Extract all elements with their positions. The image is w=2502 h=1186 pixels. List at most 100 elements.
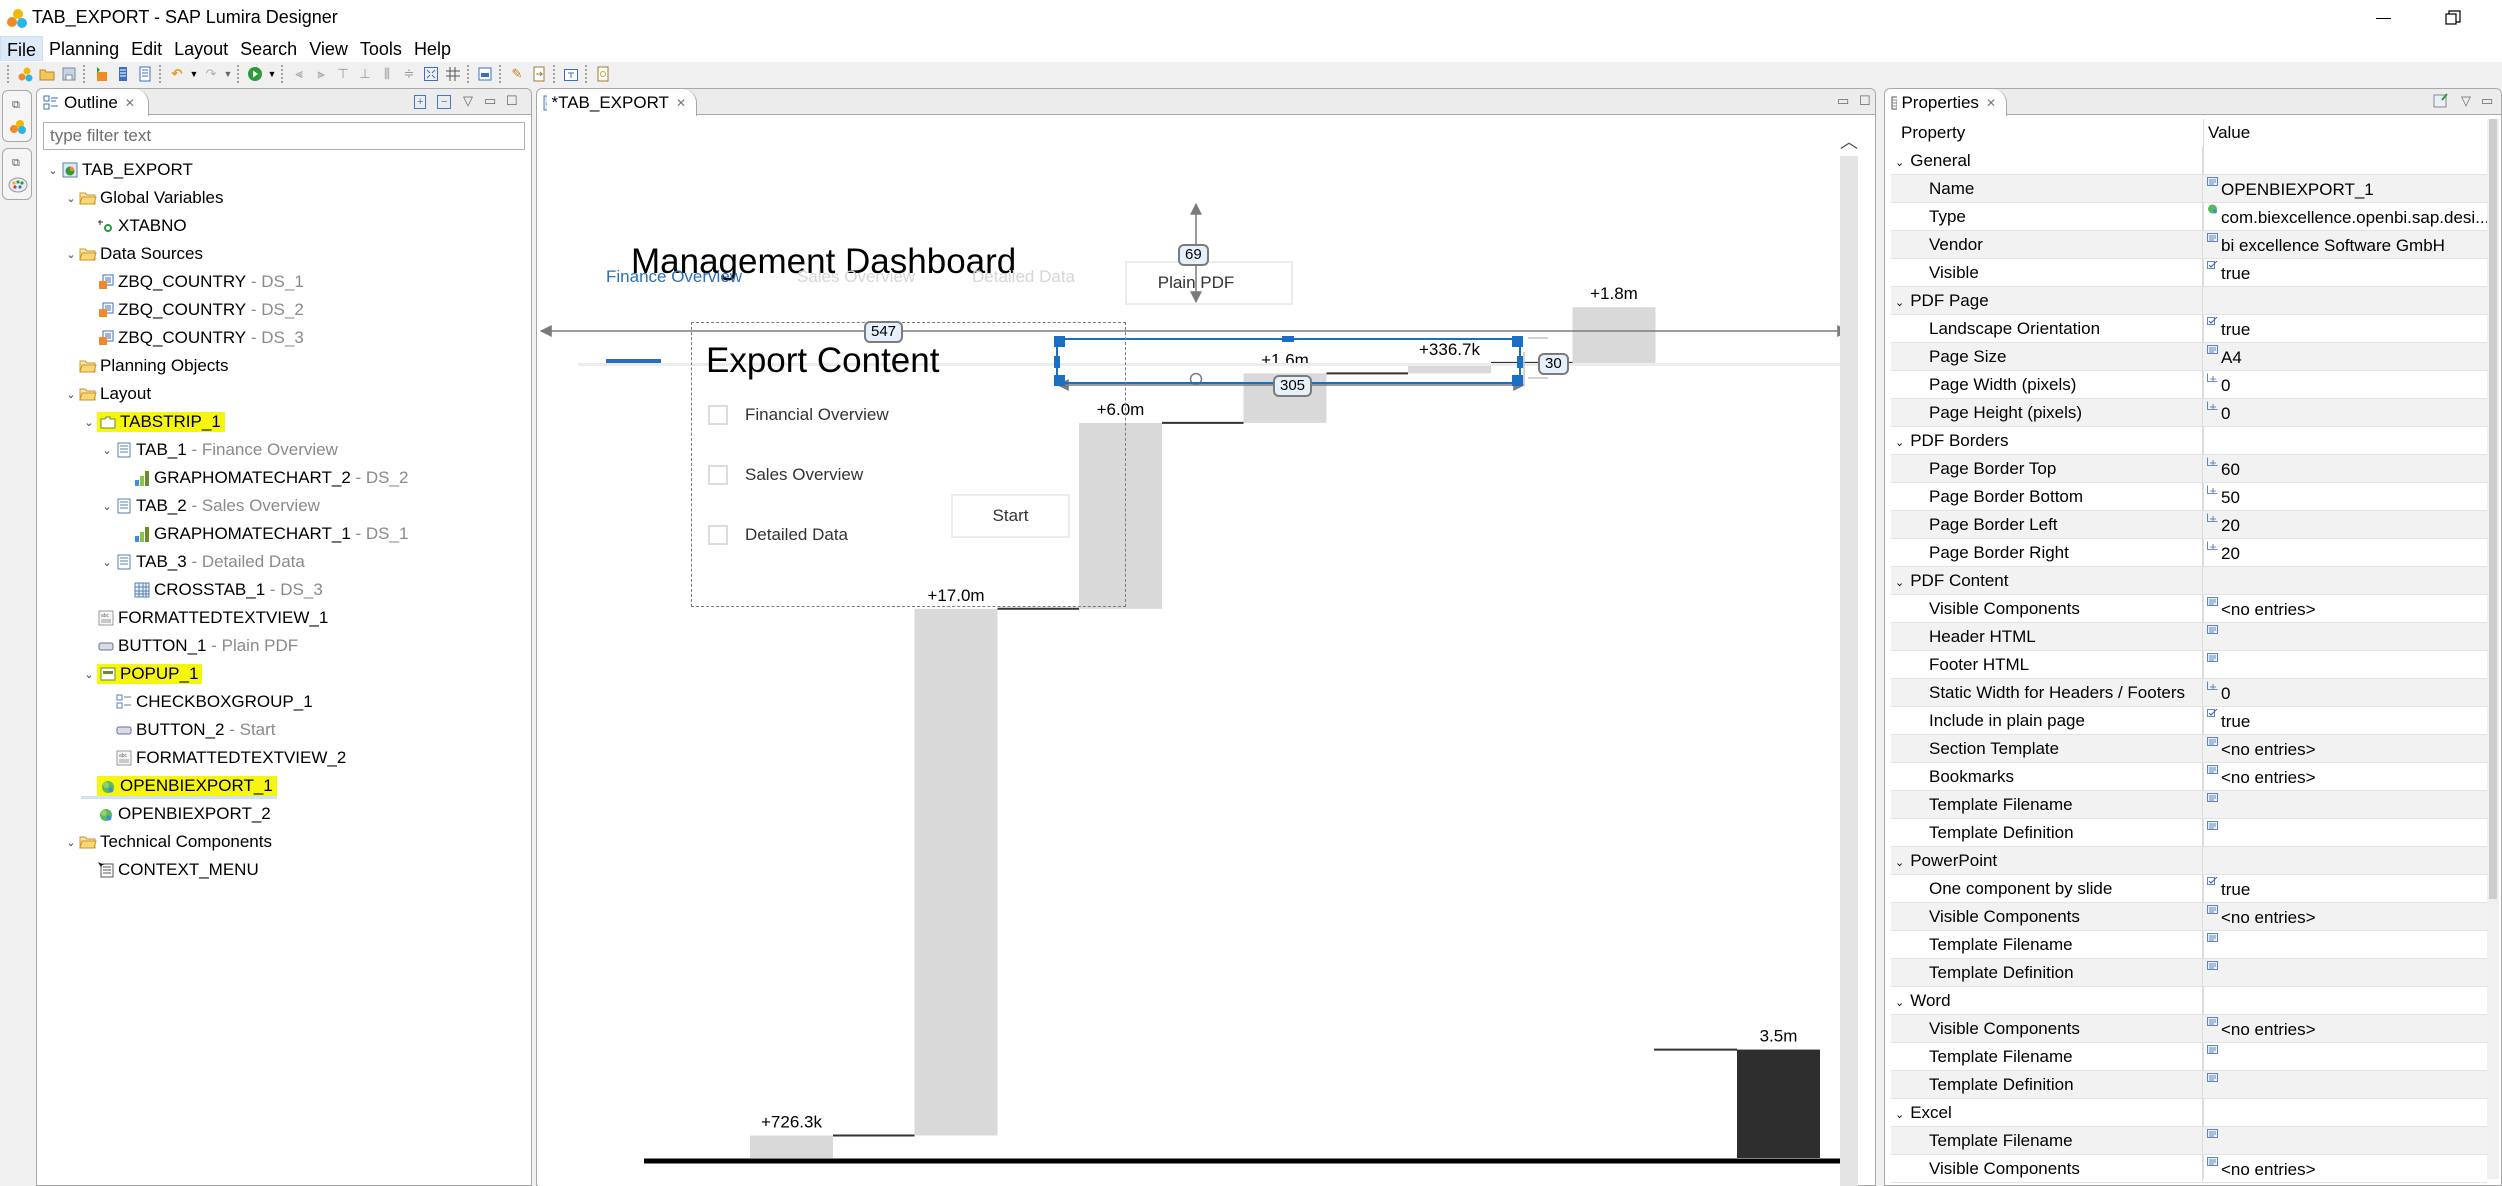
chevron-down-icon[interactable]: ⌄ [63,248,79,261]
restore-view-button[interactable]: ⧉ [12,157,20,170]
resize-handle-n[interactable] [1282,336,1294,342]
restore-view-button[interactable]: ⧉ [12,99,20,112]
outline-tree-item[interactable]: ⌄ TAB_1 - Finance Overview [99,437,338,463]
chevron-down-icon[interactable]: ⌄ [63,192,79,205]
chevron-down-icon[interactable]: ⌄ [1895,157,1904,169]
outline-tree-item[interactable]: ⌄ Data Sources [63,241,203,267]
property-value[interactable]: 50 [2203,483,2487,511]
center-vertical-button[interactable]: ≑ [400,65,418,83]
view-menu-button[interactable]: ▽ [463,93,473,109]
chevron-down-icon[interactable]: ⌄ [1895,857,1904,869]
outline-tree-item[interactable]: OPENBIEXPORT_1 [81,773,277,799]
grid-button[interactable] [444,65,462,83]
property-row[interactable]: Page Border Left 20 [1891,511,2487,539]
text-pool-button[interactable] [562,65,580,83]
outline-tree-item[interactable]: OPENBIEXPORT_2 [81,801,271,827]
outline-tree-item[interactable]: ⌄ Layout [63,381,151,407]
undo-dropdown[interactable]: ▼ [188,65,200,83]
property-value[interactable]: <no entries> [2203,763,2487,791]
property-row[interactable]: Visible true [1891,259,2487,287]
outline-tree-item[interactable]: ⌄ TAB_EXPORT [45,157,192,183]
align-left-button[interactable]: ⫷ [290,65,308,83]
property-row[interactable]: Template Definition [1891,1071,2487,1099]
property-row[interactable]: Page Size A4 [1891,343,2487,371]
property-row[interactable]: Name OPENBIEXPORT_1 [1891,175,2487,203]
property-value[interactable]: OPENBIEXPORT_1 [2203,175,2487,203]
chevron-down-icon[interactable]: ⌄ [1895,577,1904,589]
property-value[interactable]: <no entries> [2203,1015,2487,1043]
maximize-view-button[interactable]: ☐ [506,93,518,109]
outline-tree-item[interactable]: BUTTON_2 - Start [99,717,276,743]
chevron-down-icon[interactable]: ⌄ [45,164,61,177]
property-row[interactable]: Template Filename [1891,1127,2487,1155]
property-value[interactable]: true [2203,315,2487,343]
resize-handle-ne[interactable] [1512,336,1523,347]
property-row[interactable]: Template Definition [1891,819,2487,847]
property-group-word[interactable]: ⌄ Word [1891,987,2487,1015]
run-dropdown[interactable]: ▼ [266,65,278,83]
property-value[interactable]: true [2203,259,2487,287]
property-value[interactable] [2203,1127,2487,1155]
fit-button[interactable] [422,65,440,83]
minimize-view-button[interactable]: ▭ [2481,93,2493,109]
checkbox-icon[interactable] [708,465,728,485]
start-button[interactable]: Start [951,494,1070,538]
property-row[interactable]: Page Border Top 60 [1891,455,2487,483]
resize-handle-e[interactable] [1517,356,1523,368]
property-value[interactable]: <no entries> [2203,595,2487,623]
outline-tree-item[interactable]: abc FORMATTEDTEXTVIEW_2 [99,745,346,771]
undo-button[interactable]: ↶ [168,65,186,83]
run-button[interactable] [246,65,264,83]
scrollbar-thumb[interactable] [2489,119,2497,899]
outline-view-button[interactable] [114,65,132,83]
script-button[interactable]: ✎ [508,65,526,83]
property-value[interactable]: <no entries> [2203,1155,2487,1183]
property-value[interactable]: com.biexcellence.openbi.sap.desi... [2203,203,2487,231]
align-top-button[interactable]: ⊤ [334,65,352,83]
close-icon[interactable]: ✕ [1986,96,1996,110]
new-app-button[interactable] [16,65,34,83]
css-button[interactable] [476,65,494,83]
maximize-view-button[interactable]: ☐ [1859,93,1871,109]
tab-outline[interactable]: Outline ✕ [37,89,149,116]
property-row[interactable]: One component by slide true [1891,875,2487,903]
add-datasource-button[interactable] [92,65,110,83]
chevron-down-icon[interactable]: ⌄ [1895,997,1904,1009]
property-row[interactable]: Template Definition [1891,959,2487,987]
property-row[interactable]: Type com.biexcellence.openbi.sap.desi... [1891,203,2487,231]
outline-tree-item[interactable]: ZBQ_COUNTRY - DS_2 [81,297,304,323]
export-popup[interactable]: Export Content Financial Overview Sales … [691,322,1126,607]
menu-edit[interactable]: Edit [125,36,168,61]
chevron-down-icon[interactable]: ⌄ [81,416,97,429]
property-row[interactable]: Bookmarks <no entries> [1891,763,2487,791]
chevron-down-icon[interactable]: ⌄ [63,836,79,849]
align-bottom-button[interactable]: ⊥ [356,65,374,83]
outline-tree-item[interactable]: ⌄ TABSTRIP_1 [81,409,225,435]
property-group-pdf-page[interactable]: ⌄ PDF Page [1891,287,2487,315]
minimize-view-button[interactable]: ▭ [1837,93,1849,109]
property-value[interactable]: 0 [2203,371,2487,399]
canvas-vertical-scrollbar[interactable] [1840,156,1858,1186]
view-menu-button[interactable]: ▽ [2461,93,2471,109]
property-row[interactable]: Page Height (pixels) 0 [1891,399,2487,427]
properties-vertical-scrollbar[interactable] [2487,119,2499,1179]
chevron-down-icon[interactable]: ⌄ [81,668,97,681]
property-value[interactable] [2203,959,2487,987]
expand-all-button[interactable]: + [414,93,427,109]
menu-planning[interactable]: Planning [43,36,125,61]
chevron-down-icon[interactable]: ⌄ [63,388,79,401]
property-value[interactable] [2203,931,2487,959]
property-value[interactable]: 20 [2203,511,2487,539]
property-value[interactable] [2203,651,2487,679]
lumira-components-icon[interactable] [9,119,27,135]
center-horizontal-button[interactable]: ⫼ [378,65,396,83]
menu-help[interactable]: Help [408,36,457,61]
property-group-excel[interactable]: ⌄ Excel [1891,1099,2487,1127]
property-row[interactable]: Template Filename [1891,791,2487,819]
property-group-pdf-borders[interactable]: ⌄ PDF Borders [1891,427,2487,455]
tab-properties[interactable]: Properties ✕ [1885,89,2007,116]
menu-layout[interactable]: Layout [168,36,234,61]
property-value[interactable]: 20 [2203,539,2487,567]
menu-tools[interactable]: Tools [354,36,408,61]
property-value[interactable] [2203,1043,2487,1071]
